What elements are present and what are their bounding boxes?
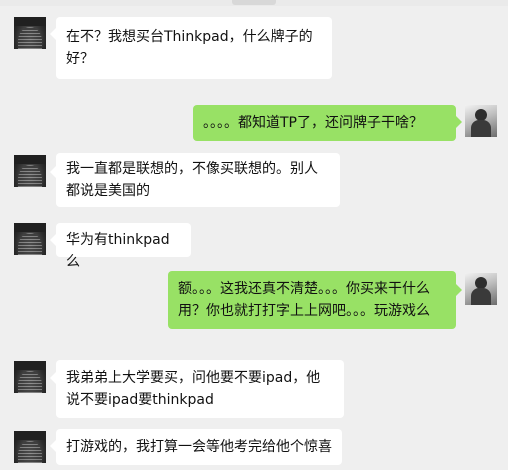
- message-bubble[interactable]: 我弟弟上大学要买，问他要不要ipad，他说不要ipad要thinkpad: [56, 360, 344, 418]
- message-bubble[interactable]: 我一直都是联想的，不像买联想的。别人都说是美国的: [56, 153, 340, 207]
- bubble-tail: [456, 284, 462, 296]
- chat-message: 额。。。这我还真不清楚。。。你买来干什么用？你也就打打字上上网吧。。。玩游戏么: [0, 265, 508, 355]
- self-avatar[interactable]: [465, 105, 497, 137]
- chat-message: 华为有thinkpad么: [0, 220, 508, 270]
- friend-avatar[interactable]: [14, 431, 46, 463]
- message-text: 在不？我想买台Thinkpad，什么牌子的好？: [66, 29, 313, 67]
- message-text: 我弟弟上大学要买，问他要不要ipad，他说不要ipad要thinkpad: [66, 370, 321, 408]
- chat-message: 我一直都是联想的，不像买联想的。别人都说是美国的: [0, 150, 508, 220]
- friend-avatar[interactable]: [14, 223, 46, 255]
- friend-avatar[interactable]: [14, 17, 46, 49]
- friend-avatar[interactable]: [14, 155, 46, 187]
- message-text: 额。。。这我还真不清楚。。。你买来干什么用？你也就打打字上上网吧。。。玩游戏么: [178, 281, 430, 319]
- chat-message: 。。。。都知道TP了，还问牌子干啥？: [0, 100, 508, 150]
- message-text: 。。。。都知道TP了，还问牌子干啥？: [203, 115, 423, 131]
- message-text: 打游戏的，我打算一会等他考完给他个惊喜: [66, 439, 332, 455]
- message-bubble[interactable]: 额。。。这我还真不清楚。。。你买来干什么用？你也就打打字上上网吧。。。玩游戏么: [168, 271, 456, 329]
- chat-message: 打游戏的，我打算一会等他考完给他个惊喜: [0, 425, 508, 470]
- message-bubble[interactable]: 打游戏的，我打算一会等他考完给他个惊喜: [56, 429, 342, 465]
- self-avatar[interactable]: [465, 273, 497, 305]
- chat-message: 在不？我想买台Thinkpad，什么牌子的好？: [0, 0, 508, 100]
- chat-message: 我弟弟上大学要买，问他要不要ipad，他说不要ipad要thinkpad: [0, 355, 508, 425]
- bubble-tail: [456, 116, 462, 128]
- friend-avatar[interactable]: [14, 361, 46, 393]
- message-text: 我一直都是联想的，不像买联想的。别人都说是美国的: [66, 161, 318, 199]
- message-bubble[interactable]: 在不？我想买台Thinkpad，什么牌子的好？: [56, 17, 332, 79]
- message-bubble[interactable]: 华为有thinkpad么: [56, 223, 191, 270]
- message-bubble[interactable]: 。。。。都知道TP了，还问牌子干啥？: [193, 105, 456, 141]
